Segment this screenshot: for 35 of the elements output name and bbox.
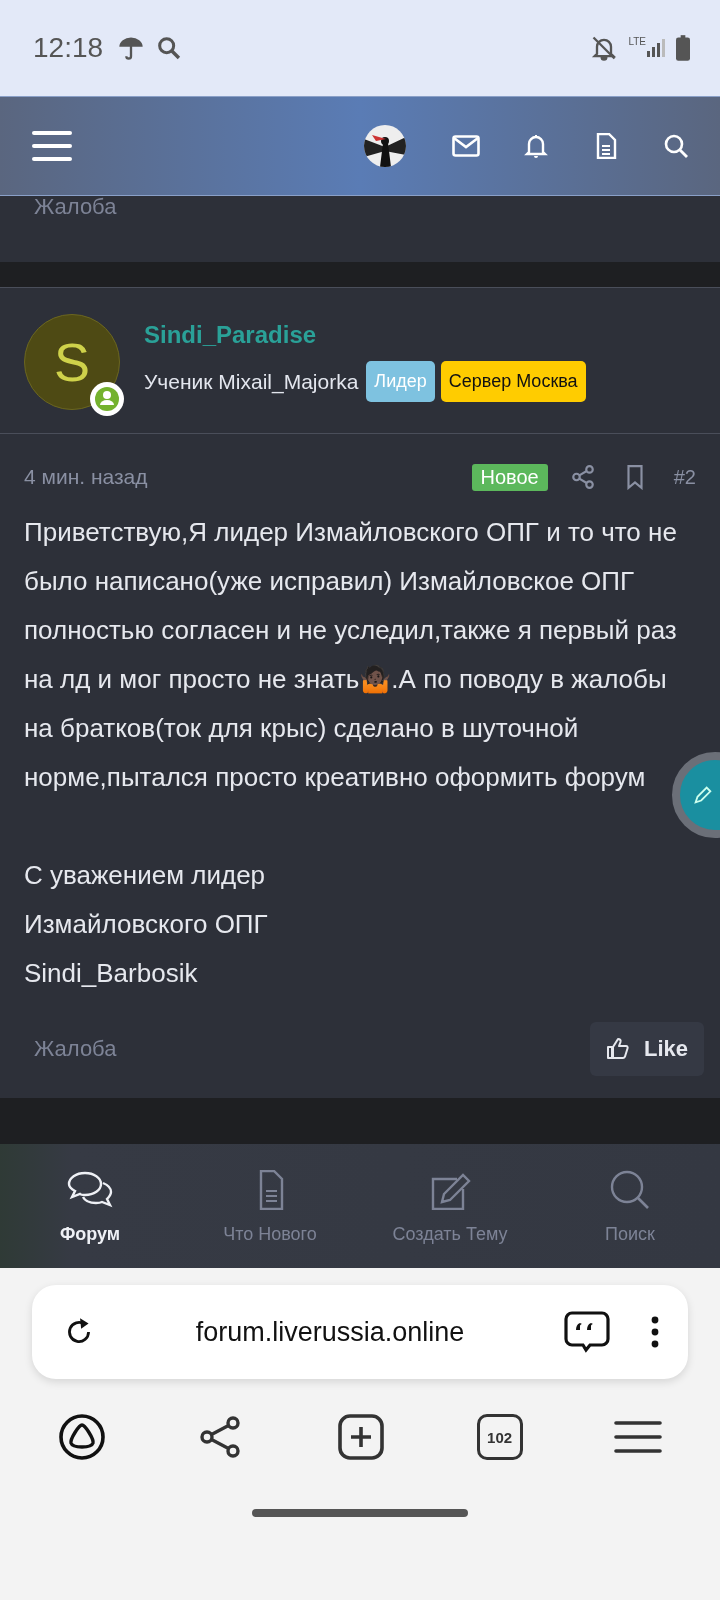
battery-icon [676, 35, 690, 61]
user-badge: Сервер Москва [440, 361, 586, 402]
url-text: forum.liverussia.online [194, 1316, 466, 1348]
user-badge: Лидер [366, 361, 435, 402]
report-link[interactable]: Жалоба [34, 194, 117, 220]
user-avatar: S [24, 313, 120, 410]
quote-bubble-icon[interactable] [564, 1311, 610, 1353]
nav-tab[interactable]: Форум [0, 1144, 180, 1268]
user-title: Ученик Mixail_Majorka [144, 369, 359, 394]
bell-icon[interactable] [522, 133, 550, 159]
new-label: Новое [471, 463, 548, 491]
post-number[interactable]: #2 [673, 465, 696, 489]
search-icon[interactable] [662, 133, 690, 159]
menu-icon[interactable] [32, 131, 72, 161]
post-text: С уважением лидер Измайловского ОПГ Sindi_Barbosik [24, 859, 269, 990]
post-text: Приветствую,Я лидер Измайловского ОПГ и то что не было написано(уже исправил) Измайловское ОПГ полностью согласен и не уследил,также я первый раз на лд и мог просто не знать🤷🏿.А по поводу в жалобы на братков(ток для крыс) сделано в шуточной норме,пытался просто креативно оформить форум [24, 516, 678, 794]
thumbs-up-icon [605, 1037, 630, 1061]
chat-bubbles-icon [67, 1170, 113, 1210]
username[interactable]: Sindi_Paradise [144, 321, 586, 349]
nav-tab[interactable]: Создать Тему [360, 1144, 540, 1268]
signal-icon [646, 38, 666, 58]
nav-tab[interactable]: Поиск [540, 1144, 720, 1268]
tab-count-button[interactable]: 102 [476, 1414, 523, 1460]
new-tab-icon[interactable] [337, 1413, 385, 1461]
address-bar[interactable]: forum.liverussia.online [32, 1285, 688, 1379]
mail-icon[interactable] [452, 133, 480, 159]
assistant-icon[interactable] [57, 1413, 106, 1461]
post-time: 4 мин. назад [24, 465, 148, 489]
network-type: LTE [628, 35, 646, 47]
pencil-icon [692, 784, 714, 806]
more-icon[interactable] [650, 1316, 660, 1348]
like-button[interactable]: Like [589, 1022, 704, 1076]
nav-tab[interactable]: Что Нового [180, 1144, 360, 1268]
report-link[interactable]: Жалоба [34, 1036, 117, 1062]
clock-time: 12:18 [33, 32, 104, 64]
